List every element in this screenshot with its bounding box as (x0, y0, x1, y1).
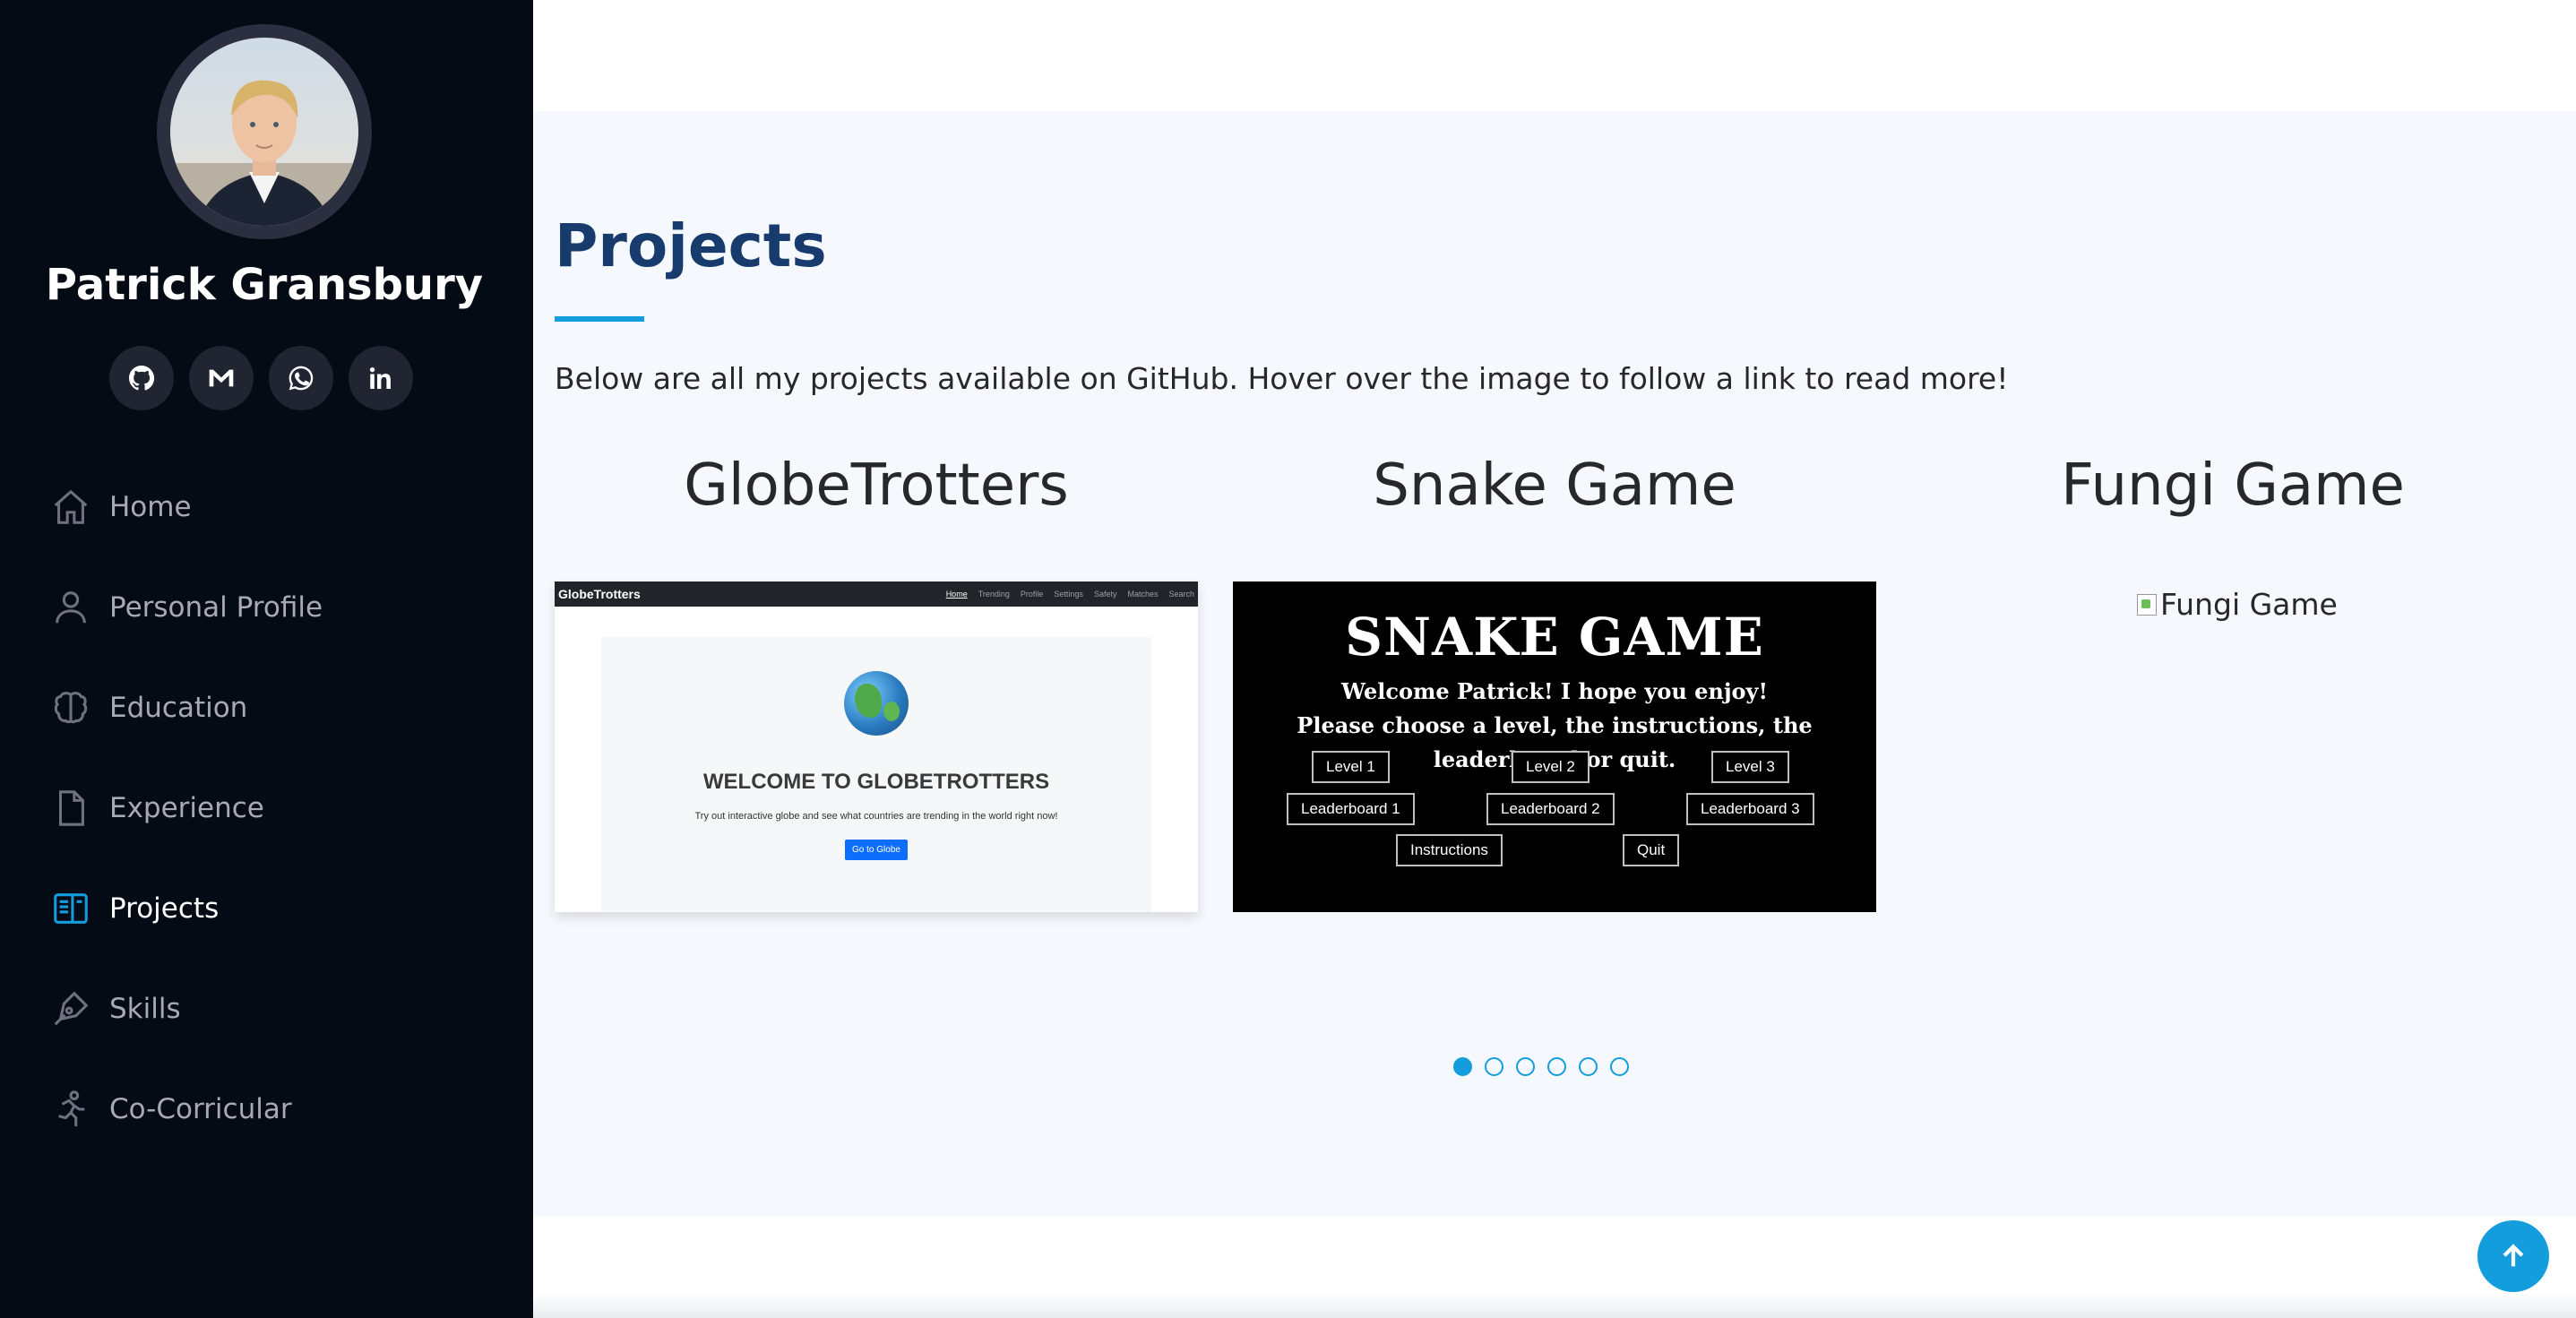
whatsapp-link[interactable] (269, 346, 333, 410)
nav-label: Home (109, 491, 192, 523)
nav-item-co-corricular[interactable]: Co-Corricular (0, 1059, 533, 1159)
nav-label: Skills (109, 993, 181, 1025)
project-title: GlobeTrotters (684, 452, 1069, 519)
person-icon (50, 587, 91, 628)
screenshot-button: Leaderboard 2 (1486, 793, 1615, 825)
snake-game-image[interactable]: SNAKE GAME Welcome Patrick! I hope you e… (1233, 581, 1876, 912)
carousel-dot[interactable] (1547, 1057, 1566, 1076)
pen-icon (50, 988, 91, 1029)
screenshot-nav-link: Trending (978, 590, 1010, 599)
project-title: Fungi Game (2061, 452, 2405, 519)
screenshot-button: Leaderboard 1 (1287, 793, 1415, 825)
github-icon (129, 366, 155, 391)
screenshot-heading: SNAKE GAME (1345, 607, 1764, 668)
globetrotters-image[interactable]: GlobeTrotters Home Trending Profile Sett… (555, 581, 1198, 912)
title-underline (555, 316, 644, 322)
social-links (109, 346, 413, 410)
nav-label: Personal Profile (109, 591, 323, 624)
nav-label: Experience (109, 792, 264, 824)
screenshot-nav-links: Home Trending Profile Settings Safety Ma… (946, 590, 1194, 599)
linkedin-icon (369, 367, 391, 389)
nav-label: Co-Corricular (109, 1093, 292, 1125)
back-to-top-button[interactable] (2477, 1220, 2549, 1292)
nav-label: Education (109, 692, 248, 724)
carousel-dot[interactable] (1453, 1057, 1472, 1076)
brain-icon (50, 687, 91, 728)
screenshot-subtext: Try out interactive globe and see what c… (694, 811, 1058, 822)
screenshot-navbar: GlobeTrotters Home Trending Profile Sett… (555, 581, 1198, 607)
carousel-dot[interactable] (1516, 1057, 1535, 1076)
globe-logo-icon (844, 671, 909, 736)
screenshot-button: Level 3 (1711, 751, 1789, 783)
header-spacer (533, 0, 2576, 111)
screenshot-nav-link: Home (945, 590, 968, 599)
sidebar-nav: Home Personal Profile Education Experien… (0, 457, 533, 1159)
screenshot-nav-link: Settings (1054, 590, 1083, 599)
carousel-pagination (1453, 1057, 1629, 1076)
nav-item-personal-profile[interactable]: Personal Profile (0, 557, 533, 658)
nav-item-skills[interactable]: Skills (0, 959, 533, 1059)
screenshot-nav-link: Safety (1093, 590, 1117, 599)
screenshot-button: Level 1 (1312, 751, 1390, 783)
screenshot-brand: GlobeTrotters (558, 587, 641, 601)
nav-item-experience[interactable]: Experience (0, 758, 533, 858)
carousel-dot[interactable] (1485, 1057, 1503, 1076)
gmail-icon (209, 369, 234, 387)
screenshot-button: Instructions (1396, 834, 1503, 866)
nav-item-education[interactable]: Education (0, 658, 533, 758)
document-icon (50, 788, 91, 829)
nav-item-home[interactable]: Home (0, 457, 533, 557)
screenshot-button: Quit (1623, 834, 1680, 866)
profile-photo (170, 38, 358, 226)
nav-item-projects[interactable]: Projects (0, 858, 533, 959)
project-title: Snake Game (1373, 452, 1736, 519)
whatsapp-icon (289, 366, 314, 391)
projects-intro: Below are all my projects available on G… (555, 361, 2009, 396)
fungi-game-image[interactable]: Fungi Game (2137, 587, 2338, 622)
layout-icon (50, 888, 91, 929)
carousel-dot[interactable] (1610, 1057, 1629, 1076)
screenshot-heading: WELCOME TO GLOBETROTTERS (702, 770, 1050, 794)
nav-label: Projects (109, 892, 220, 925)
carousel-dot[interactable] (1579, 1057, 1598, 1076)
broken-image-icon (2137, 593, 2157, 616)
sidebar: Patrick Gransbury Home Personal Profile … (0, 0, 533, 1318)
screenshot-button: Leaderboard 3 (1686, 793, 1814, 825)
github-link[interactable] (109, 346, 174, 410)
image-alt-text: Fungi Game (2160, 587, 2338, 622)
gmail-link[interactable] (189, 346, 254, 410)
screenshot-nav-link: Search (1168, 590, 1194, 599)
avatar (157, 24, 372, 239)
screenshot-button: Go to Globe (845, 840, 908, 860)
screenshot-line: Welcome Patrick! I hope you enjoy! (1340, 678, 1769, 704)
screenshot-nav-link: Profile (1020, 590, 1044, 599)
screenshot-button: Level 2 (1512, 751, 1590, 783)
arrow-up-icon (2503, 1244, 2524, 1267)
screenshot-nav-link: Matches (1127, 590, 1159, 599)
running-icon (50, 1089, 91, 1130)
profile-name: Patrick Gransbury (45, 260, 484, 310)
home-icon (50, 487, 91, 528)
next-section (533, 1216, 2576, 1318)
screenshot-card: WELCOME TO GLOBETROTTERS Try out interac… (601, 637, 1151, 912)
linkedin-link[interactable] (349, 346, 413, 410)
page-title: Projects (555, 211, 827, 280)
